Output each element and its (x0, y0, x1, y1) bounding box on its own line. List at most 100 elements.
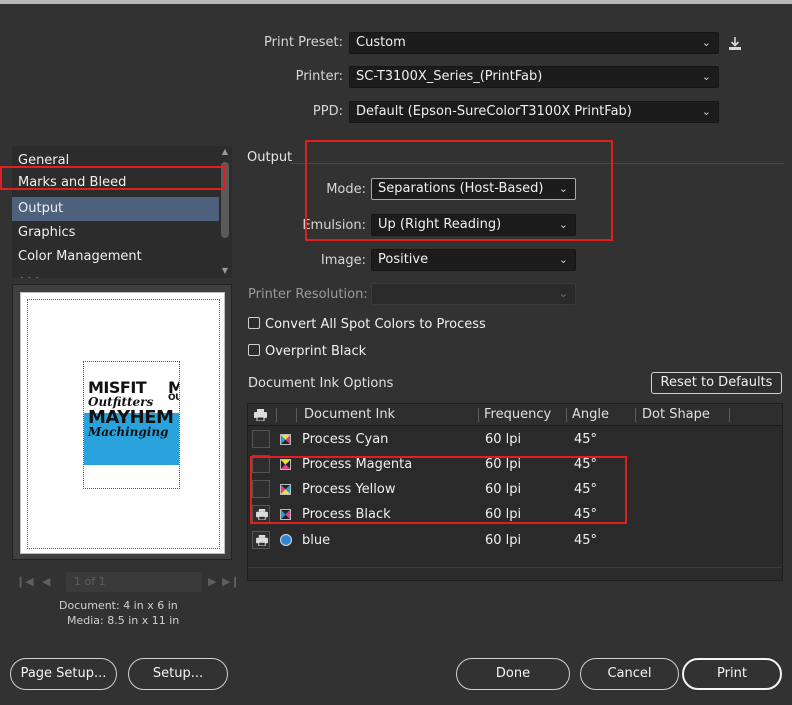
ink-row-process-magenta[interactable]: Process Magenta 60 lpi 45° (248, 452, 782, 477)
chevron-down-icon: ⌄ (701, 105, 711, 118)
scrollbar-thumb[interactable] (221, 162, 229, 238)
checkbox-box[interactable] (248, 317, 260, 329)
ink-frequency[interactable]: 60 lpi (485, 528, 521, 553)
column-frequency[interactable]: Frequency (484, 404, 551, 426)
media-size: Media: 8.5 in x 11 in (67, 614, 180, 627)
column-document-ink[interactable]: Document Ink (304, 404, 395, 426)
print-toggle[interactable] (252, 430, 270, 448)
spot-color-icon (280, 534, 292, 546)
process-magenta-icon (280, 459, 291, 470)
emulsion-select[interactable]: Up (Right Reading) ⌄ (371, 214, 576, 236)
print-toggle[interactable] (252, 480, 270, 498)
process-cyan-icon (280, 434, 291, 445)
previous-page-icon[interactable]: ◀ (42, 575, 50, 588)
scroll-down-icon[interactable]: ▼ (219, 266, 231, 275)
column-separator (478, 408, 479, 422)
sidebar-item-color-management[interactable]: Color Management (12, 245, 219, 269)
ink-row-process-black[interactable]: Process Black 60 lpi 45° (248, 502, 782, 527)
cancel-button[interactable]: Cancel (580, 658, 679, 690)
image-select[interactable]: Positive ⌄ (371, 249, 576, 271)
preview-artwork: MISFIT M OU Outfitters MAYHEM Machinging (83, 361, 180, 489)
column-dot-shape[interactable]: Dot Shape (642, 404, 710, 426)
image-value: Positive (378, 252, 429, 267)
chevron-down-icon: ⌄ (558, 182, 568, 195)
print-preset-label: Print Preset: (264, 35, 343, 50)
ink-frequency[interactable]: 60 lpi (485, 427, 521, 452)
chevron-down-icon: ⌄ (558, 253, 568, 266)
reset-to-defaults-button[interactable]: Reset to Defaults (651, 372, 782, 394)
mode-value: Separations (Host-Based) (378, 181, 544, 196)
column-angle[interactable]: Angle (572, 404, 609, 426)
print-button[interactable]: Print (682, 658, 782, 690)
process-yellow-icon (280, 484, 291, 495)
sidebar-item-general[interactable]: General (12, 149, 219, 173)
ink-frequency[interactable]: 60 lpi (485, 452, 521, 477)
next-page-icon[interactable]: ▶ (208, 575, 216, 588)
sidebar-item-advanced[interactable]: ••• (12, 269, 219, 278)
print-toggle[interactable] (252, 505, 270, 523)
table-bottom-divider (248, 567, 782, 568)
chevron-down-icon: ⌄ (558, 287, 568, 300)
checkbox-box[interactable] (248, 344, 260, 356)
print-toggle[interactable] (252, 531, 270, 549)
ink-name: Process Magenta (302, 457, 413, 472)
printer-select[interactable]: SC-T3100X_Series_(PrintFab) ⌄ (349, 66, 719, 88)
sidebar-item-marks-and-bleed[interactable]: Marks and Bleed (12, 171, 219, 195)
scroll-up-icon[interactable]: ▲ (219, 147, 231, 156)
chevron-down-icon: ⌄ (701, 36, 711, 49)
chevron-down-icon: ⌄ (558, 218, 568, 231)
ink-angle[interactable]: 45° (574, 502, 597, 527)
ink-row-process-yellow[interactable]: Process Yellow 60 lpi 45° (248, 477, 782, 502)
save-preset-icon[interactable] (727, 36, 743, 52)
overprint-black-checkbox[interactable]: Overprint Black (248, 343, 366, 361)
sidebar-item-output[interactable]: Output (12, 197, 219, 221)
ink-frequency[interactable]: 60 lpi (485, 477, 521, 502)
printer-resolution-select[interactable]: ⌄ (371, 283, 576, 305)
window-top-edge (0, 0, 792, 4)
preview-page: MISFIT M OU Outfitters MAYHEM Machinging (20, 292, 225, 554)
ink-frequency[interactable]: 60 lpi (485, 502, 521, 527)
convert-spot-colors-checkbox[interactable]: Convert All Spot Colors to Process (248, 316, 486, 334)
first-page-icon[interactable]: ❙◀ (16, 575, 34, 588)
mode-select[interactable]: Separations (Host-Based) ⌄ (371, 178, 576, 200)
ink-angle[interactable]: 45° (574, 452, 597, 477)
emulsion-label: Emulsion: (302, 218, 366, 233)
chevron-down-icon: ⌄ (701, 70, 711, 83)
page-indicator[interactable]: 1 of 1 (66, 572, 202, 592)
category-list[interactable]: General Marks and Bleed Output Graphics … (12, 146, 232, 278)
ink-name: Process Yellow (302, 482, 396, 497)
printer-value: SC-T3100X_Series_(PrintFab) (356, 69, 543, 84)
ink-angle[interactable]: 45° (574, 427, 597, 452)
print-toggle[interactable] (252, 455, 270, 473)
art-text-machinging: Machinging (88, 425, 169, 439)
setup-button[interactable]: Setup... (128, 658, 228, 690)
printer-icon (256, 509, 268, 520)
page-setup-button[interactable]: Page Setup... (10, 658, 117, 690)
document-size: Document: 4 in x 6 in (59, 599, 178, 612)
overprint-black-label: Overprint Black (265, 344, 367, 359)
ink-angle[interactable]: 45° (574, 477, 597, 502)
section-title: Output (247, 150, 293, 165)
print-preset-value: Custom (356, 35, 406, 50)
done-button[interactable]: Done (456, 658, 570, 690)
section-divider (290, 163, 784, 164)
ink-name: Process Black (302, 507, 391, 522)
column-separator (296, 408, 297, 422)
printer-icon (256, 535, 268, 546)
print-preset-select[interactable]: Custom ⌄ (349, 32, 719, 54)
page-navigator: ❙◀ ◀ 1 of 1 ▶ ▶❙ (12, 572, 240, 592)
ppd-label: PPD: (312, 104, 343, 119)
printer-resolution-label: Printer Resolution: (248, 287, 368, 302)
ink-row-blue[interactable]: blue 60 lpi 45° (248, 528, 782, 553)
category-scrollbar[interactable]: ▲ ▼ (219, 146, 231, 278)
ink-row-process-cyan[interactable]: Process Cyan 60 lpi 45° (248, 427, 782, 452)
column-separator (635, 408, 636, 422)
sidebar-item-graphics[interactable]: Graphics (12, 221, 219, 245)
process-black-icon (280, 509, 291, 520)
art-text-clipped-small: OU (168, 393, 179, 403)
ink-angle[interactable]: 45° (574, 528, 597, 553)
ppd-select[interactable]: Default (Epson-SureColorT3100X PrintFab)… (349, 101, 719, 123)
mode-label: Mode: (326, 182, 366, 197)
column-separator (729, 408, 730, 422)
last-page-icon[interactable]: ▶❙ (222, 575, 240, 588)
